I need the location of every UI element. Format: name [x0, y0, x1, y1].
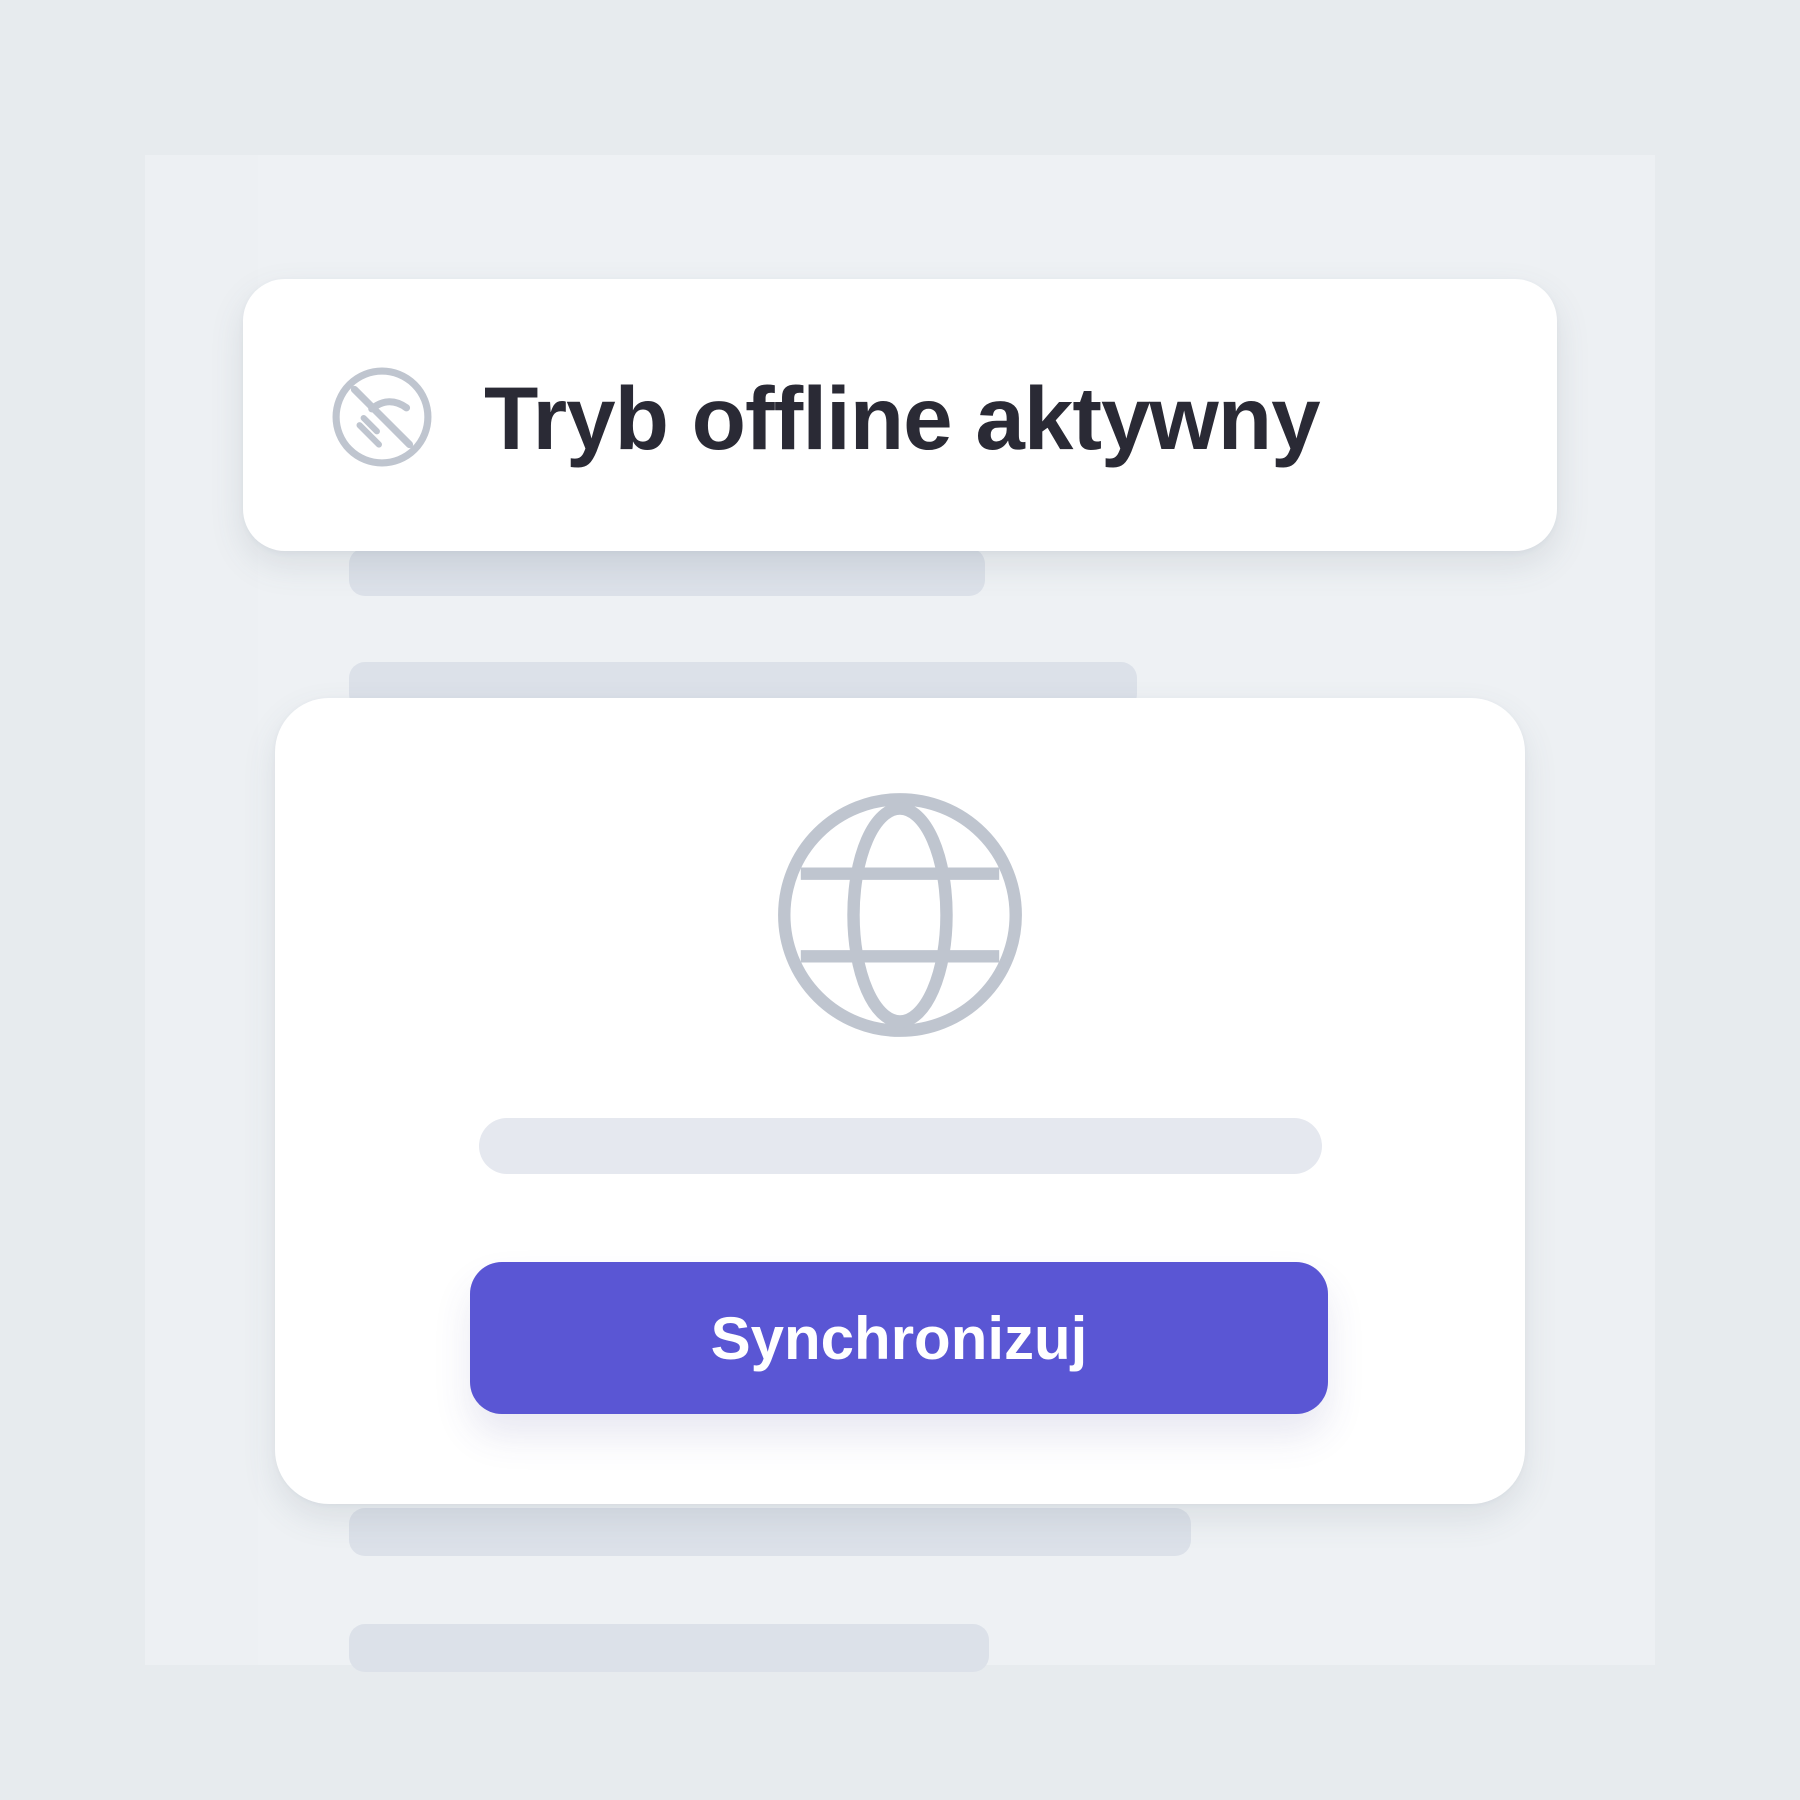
globe-icon [778, 793, 1022, 1037]
content-placeholder-bar [349, 1624, 989, 1672]
sync-progress-bar [479, 1118, 1322, 1174]
content-placeholder-bar [349, 1508, 1191, 1556]
synchronize-button[interactable]: Synchronizuj [470, 1262, 1328, 1414]
content-placeholder-bar [349, 548, 985, 596]
wifi-off-icon [332, 367, 432, 467]
offline-mode-title: Tryb offline aktywny [484, 368, 1321, 468]
